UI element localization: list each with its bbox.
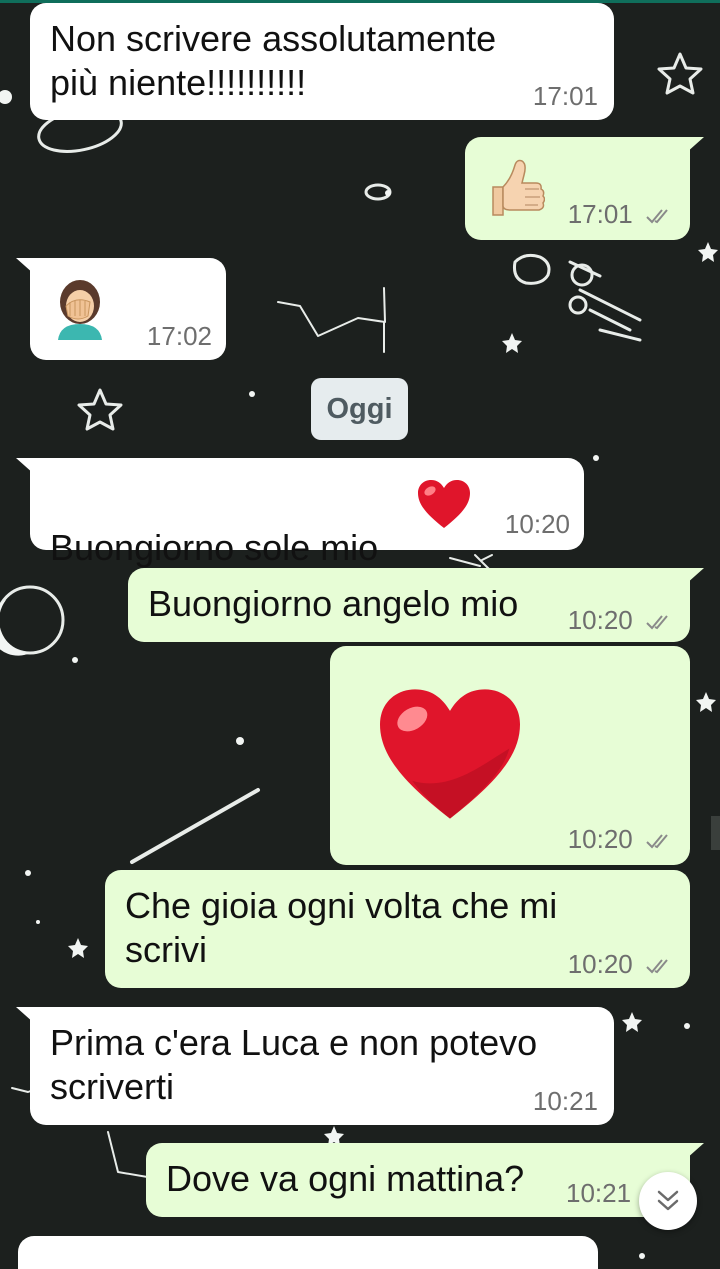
scroll-indicator[interactable] bbox=[711, 816, 720, 850]
message-time: 10:21 bbox=[566, 1178, 631, 1209]
message-text: Buongiorno sole mio bbox=[50, 482, 378, 570]
bubble-tail bbox=[16, 1007, 34, 1023]
bubble-tail bbox=[16, 258, 34, 274]
bubble-tail bbox=[686, 1143, 704, 1159]
message-bubble-incoming[interactable]: Non scrivere assolutamente più niente!!!… bbox=[30, 3, 614, 120]
message-time: 10:21 bbox=[532, 1086, 598, 1116]
message-text-content: Buongiorno sole mio bbox=[50, 527, 379, 568]
message-text: Non scrivere assolutamente più niente!!!… bbox=[50, 18, 497, 103]
time-label: 10:20 bbox=[567, 949, 633, 979]
message-bubble-outgoing[interactable]: Buongiorno angelo mio 10:20 bbox=[128, 568, 704, 642]
message-text: Prima c'era Luca e non potevo scriverti bbox=[50, 1022, 538, 1107]
bubble-tail bbox=[16, 458, 34, 474]
woman-facepalming-icon bbox=[58, 280, 102, 340]
scroll-to-bottom-button[interactable] bbox=[639, 1172, 697, 1230]
bubble-tail bbox=[686, 137, 704, 153]
message-bubble-incoming-partial[interactable] bbox=[18, 1236, 598, 1269]
message-bubble-outgoing[interactable]: 10:20 bbox=[330, 646, 690, 865]
message-text: Dove va ogni mattina? bbox=[166, 1158, 525, 1199]
date-divider: Oggi bbox=[311, 378, 408, 440]
message-text: Buongiorno angelo mio bbox=[148, 583, 519, 624]
thumbs-up-icon bbox=[492, 159, 545, 216]
time-label: 10:20 bbox=[567, 605, 633, 635]
message-time: 10:20 bbox=[504, 509, 570, 539]
message-bubble-incoming[interactable]: Buongiorno sole mio 10:20 bbox=[16, 458, 584, 568]
message-time: 10:20 bbox=[568, 824, 672, 855]
double-check-icon bbox=[646, 209, 668, 224]
bubble-tail bbox=[686, 568, 704, 584]
message-time: 17:01 bbox=[568, 199, 672, 230]
chevrons-down-icon bbox=[657, 1190, 679, 1211]
message-bubble-outgoing[interactable]: Dove va ogni mattina? 10:21 bbox=[146, 1143, 704, 1217]
message-bubble-incoming[interactable]: 17:02 bbox=[16, 258, 226, 360]
double-check-icon bbox=[646, 959, 668, 974]
message-time: 17:01 bbox=[532, 81, 598, 111]
red-heart-icon bbox=[418, 480, 470, 528]
message-bubble-incoming[interactable]: Prima c'era Luca e non potevo scriverti … bbox=[16, 1007, 614, 1125]
message-bubble-outgoing[interactable]: 17:01 bbox=[465, 137, 704, 240]
message-time: 10:20 bbox=[568, 949, 672, 980]
message-bubble-outgoing[interactable]: Che gioia ogni volta che mi scrivi 10:20 bbox=[105, 870, 690, 988]
message-time: 10:20 bbox=[568, 605, 672, 636]
time-label: 10:21 bbox=[566, 1178, 632, 1208]
time-label: 17:01 bbox=[567, 199, 633, 229]
message-time: 17:02 bbox=[146, 321, 212, 351]
double-check-icon bbox=[646, 615, 668, 630]
double-check-icon bbox=[646, 834, 668, 849]
time-label: 10:20 bbox=[567, 824, 633, 854]
chat-view[interactable]: Non scrivere assolutamente più niente!!!… bbox=[0, 0, 720, 1269]
message-text: Che gioia ogni volta che mi scrivi bbox=[125, 885, 558, 970]
red-heart-icon bbox=[380, 689, 520, 819]
